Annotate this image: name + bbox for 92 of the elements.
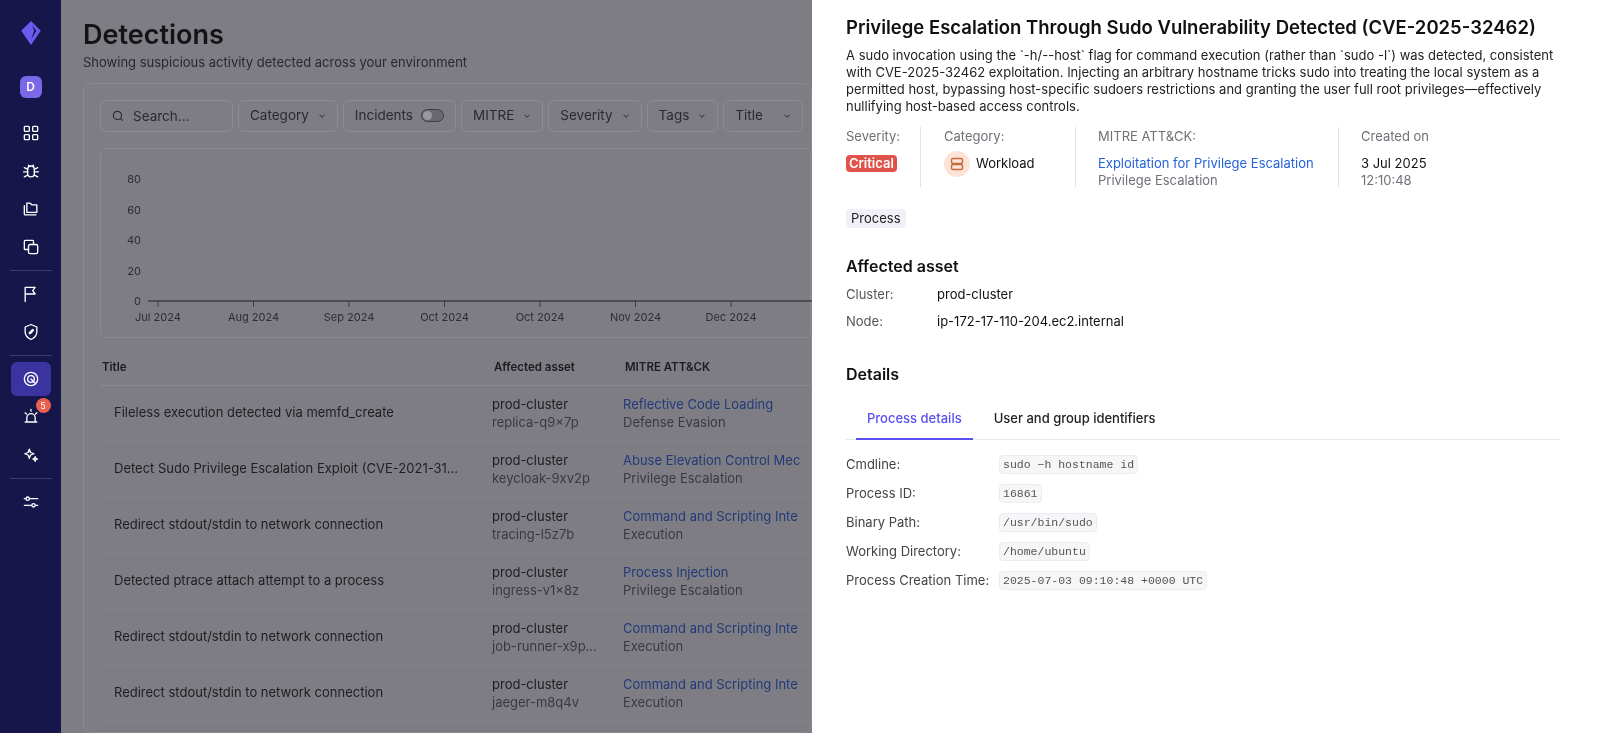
table-cell-text: job-runner-x9p... [492,637,598,655]
section-heading: Details [846,363,901,386]
table-cell-text: Execution [623,525,685,543]
table-cell-text: ingress-v1×8z [492,581,581,599]
detail-title: Privilege Escalation Through Sudo Vulnerability Detected (CVE-2025-32462) [846,15,1537,40]
notification-badge: 5 [35,398,51,413]
table-cell-text: prod-cluster [492,563,570,581]
field-label: Created on [1361,127,1429,146]
section-heading: Affected asset [846,255,960,278]
field-label: Cluster: [846,285,895,304]
x-axis-label: Sep 2024 [323,309,375,324]
tab[interactable]: User and group identifiers [982,400,1167,440]
field-value: /home/ubuntu [999,541,1090,562]
mitre-link[interactable]: Process Injection [623,563,812,581]
table-cell-text: Redirect stdout/stdin to network connection [113,515,385,535]
table-cell-text: keycloak-9xv2p [492,469,591,487]
field-label: Process Creation Time: [846,570,991,590]
x-axis-label: Dec 2024 [705,309,757,324]
nav-button[interactable]: 5 [10,400,51,434]
mitre-link[interactable]: Exploitation for Privilege Escalation [1098,154,1338,172]
filter-dropdown[interactable]: Category [238,99,338,132]
table-cell-text: Execution [623,693,685,711]
field-label: Category: [944,127,1006,146]
column-header: MITRE ATT&CK [624,359,712,377]
field-label: MITRE ATT&CK: [1098,127,1198,146]
table-cell-text: jaeger-m8q4v [492,693,581,711]
search-icon [111,108,125,123]
column-header: Affected asset [493,359,576,377]
table-cell-text: replica-q9×7p [492,413,580,431]
nav-button[interactable] [10,362,51,396]
tab[interactable]: Process details [856,400,973,440]
field-label: Process ID: [846,483,917,503]
category-value: Workload [976,153,1035,173]
field-label: Binary Path: [846,512,921,532]
server-icon [944,150,970,177]
table-cell-text: Fileless execution detected via memfd_create [113,403,395,423]
mitre-link[interactable]: Abuse Elevation Control Mec [623,451,812,469]
x-axis-label: Jul 2024 [135,309,181,324]
field-label: Severity: [846,127,902,146]
avatar[interactable]: D [19,76,42,98]
field-value: 2025-07-03 09:10:48 +0000 UTC [999,570,1208,591]
field-value: prod-cluster [937,285,1014,304]
table-cell-text: prod-cluster [492,507,570,525]
field-label: Working Directory: [846,541,962,561]
y-axis-label: 20 [127,263,141,277]
field-value: ip-172-17-110-204.ec2.internal [937,312,1124,331]
mitre-link[interactable]: Command and Scripting Inte [623,619,812,637]
page-title: Detections [83,18,225,52]
table-cell-text: Execution [623,637,685,655]
table-cell-text: Detect Sudo Privilege Escalation Exploit (CVE-2021-31... [113,459,460,479]
field-value: sudo −h hostname id [999,454,1139,475]
table-cell-text: Privilege Escalation [623,581,744,599]
x-axis-label: Nov 2024 [609,309,662,324]
table-cell-text: Detected ptrace attach attempt to a process [113,571,385,591]
page-subtitle: Showing suspicious activity detected across your environment [83,53,469,72]
table-cell-text: prod-cluster [492,619,570,637]
field-label: Cmdline: [846,454,902,474]
table-cell-text: Redirect stdout/stdin to network connection [113,627,385,647]
table-cell-text: tracing-l5z7b [492,525,576,543]
y-axis-label: 40 [126,232,141,247]
tag: Process [846,209,906,228]
mitre-link[interactable]: Command and Scripting Inte [623,507,812,525]
filter-dropdown[interactable]: MITRE [460,99,544,132]
x-axis-label: Aug 2024 [227,309,280,324]
field-label: Node: [846,312,884,331]
mitre-tactic: Privilege Escalation [1098,171,1219,189]
table-cell-text: prod-cluster [492,395,570,413]
search-field[interactable]: Search... [100,99,233,132]
x-axis-label: Oct 2024 [515,309,565,324]
table-cell-text: prod-cluster [492,451,570,469]
mitre-link[interactable]: Reflective Code Loading [623,395,812,413]
table-cell-text: prod-cluster [492,675,570,693]
field-value: /usr/bin/sudo [999,512,1097,533]
created-time: 12:10:48 [1361,171,1413,189]
filter-dropdown[interactable]: Title [723,99,804,132]
y-axis-label: 80 [127,171,141,186]
y-axis-label: 0 [134,293,141,308]
mitre-link[interactable]: Command and Scripting Inte [623,675,812,693]
severity-badge: Critical [846,154,897,172]
y-axis-label: 60 [127,202,141,216]
table-cell-text: Redirect stdout/stdin to network connection [113,683,385,703]
filter-dropdown[interactable]: Severity [548,99,642,132]
column-header: Title [101,359,128,377]
incidents-toggle[interactable] [420,109,444,122]
created-date: 3 Jul 2025 [1361,154,1428,172]
table-cell-text: Defense Evasion [623,413,727,431]
table-cell-text: Privilege Escalation [623,469,744,487]
filter-dropdown[interactable]: Tags [646,99,719,132]
toggle-label: Incidents [354,106,413,126]
field-value: 16861 [999,483,1042,504]
x-axis-label: Oct 2024 [420,309,469,324]
detail-description: A sudo invocation using the `-h/--host` flag for command execution (rather than `sudo -l`) was detected, consistent with CVE-2025-32462 exploitation. Injecting an arbitrary hostname tricks sudo into treating the local system as a permitted host, bypassing host-specific sudoers restrictions and granting the user full root privileges—effectively nullifying host-based access controls. [846,47,1555,115]
